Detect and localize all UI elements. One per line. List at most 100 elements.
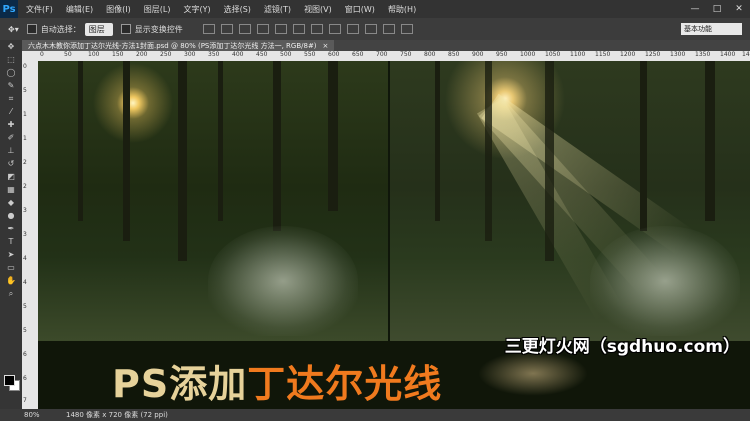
minimize-button[interactable]: —: [684, 0, 706, 18]
menu-image[interactable]: 图像(I): [106, 4, 131, 15]
distribute-right-icon[interactable]: [400, 24, 413, 34]
menu-select[interactable]: 选择(S): [224, 4, 251, 15]
auto-select-option[interactable]: 自动选择： 图层: [26, 22, 113, 36]
ruler-tick: 50: [64, 51, 72, 58]
zoom-icon[interactable]: ⌕: [0, 287, 22, 300]
ruler-tick: 950: [496, 51, 508, 58]
close-document-icon[interactable]: ×: [323, 42, 329, 50]
history-brush-icon[interactable]: ↺: [0, 157, 22, 170]
hand-icon[interactable]: ✋: [0, 274, 22, 287]
gradient-icon[interactable]: ▦: [0, 183, 22, 196]
distribute-top-icon[interactable]: [310, 24, 323, 34]
workspace-dropdown[interactable]: 基本功能: [681, 23, 742, 35]
align-top-icon[interactable]: [202, 24, 215, 34]
distribute-hcenter-icon[interactable]: [382, 24, 395, 34]
brush-icon[interactable]: ✐: [0, 131, 22, 144]
auto-select-dropdown[interactable]: 图层: [84, 22, 113, 36]
stream-water: [590, 226, 740, 336]
menu-filter[interactable]: 滤镜(T): [264, 4, 291, 15]
close-button[interactable]: ✕: [728, 0, 750, 18]
ruler-tick: 300: [184, 51, 196, 58]
shape-icon[interactable]: ▭: [0, 261, 22, 274]
ruler-tick: 1: [23, 135, 27, 142]
menu-layer[interactable]: 图层(L): [144, 4, 171, 15]
stream-water: [208, 226, 358, 336]
tree-trunk: [640, 61, 647, 231]
banner-title-part1: PS添加: [112, 362, 248, 406]
ruler-tick: 650: [352, 51, 364, 58]
ruler-tick: 1250: [645, 51, 661, 58]
align-vcenter-icon[interactable]: [220, 24, 233, 34]
eraser-icon[interactable]: ◩: [0, 170, 22, 183]
document-tab-bar: 六点木木教你添加丁达尔光线-方法1封面.psd @ 80% (PS添加丁达尔光线…: [22, 40, 750, 51]
show-transform-option[interactable]: 显示变换控件: [120, 24, 183, 35]
quick-select-icon[interactable]: ✎: [0, 79, 22, 92]
tree-trunk: [123, 61, 130, 241]
ruler-tick: 0: [23, 63, 27, 70]
light-glow-sample: [478, 351, 588, 396]
align-left-icon[interactable]: [256, 24, 269, 34]
photoshop-logo-icon: Ps: [0, 0, 18, 18]
document-tab[interactable]: 六点木木教你添加丁达尔光线-方法1封面.psd @ 80% (PS添加丁达尔光线…: [22, 40, 335, 51]
foreground-color-swatch[interactable]: [4, 375, 15, 386]
blur-icon[interactable]: ◆: [0, 196, 22, 209]
tree-trunk: [273, 61, 281, 231]
pen-icon[interactable]: ✒: [0, 222, 22, 235]
ruler-tick: 1450: [742, 51, 750, 58]
ruler-tick: 3: [23, 207, 27, 214]
ruler-tick: 7: [23, 397, 27, 404]
ruler-tick: 3: [23, 231, 27, 238]
align-right-icon[interactable]: [292, 24, 305, 34]
distribute-vcenter-icon[interactable]: [328, 24, 341, 34]
zoom-level[interactable]: 80%: [0, 411, 52, 419]
menu-window[interactable]: 窗口(W): [345, 4, 375, 15]
auto-select-label: 自动选择：: [40, 24, 81, 34]
marquee-icon[interactable]: ⬚: [0, 53, 22, 66]
distribute-left-icon[interactable]: [364, 24, 377, 34]
move-icon[interactable]: ✥: [0, 40, 22, 53]
dodge-icon[interactable]: ●: [0, 209, 22, 222]
align-hcenter-icon[interactable]: [274, 24, 287, 34]
tree-trunk: [178, 61, 187, 261]
ruler-tick: 150: [112, 51, 124, 58]
ruler-tick: 600: [328, 51, 340, 58]
auto-select-checkbox[interactable]: [26, 24, 37, 34]
ruler-tick: 2: [23, 159, 27, 166]
tree-trunk: [705, 61, 715, 221]
window-controls: — □ ✕: [684, 0, 750, 18]
site-watermark: 三更灯火网（sgdhuo.com）: [504, 337, 740, 357]
maximize-button[interactable]: □: [706, 0, 728, 18]
distribute-bottom-icon[interactable]: [346, 24, 359, 34]
ruler-tick: 850: [448, 51, 460, 58]
lasso-icon[interactable]: ◯: [0, 66, 22, 79]
path-select-icon[interactable]: ➤: [0, 248, 22, 261]
align-buttons: [202, 24, 419, 34]
menu-help[interactable]: 帮助(H): [388, 4, 416, 15]
healing-icon[interactable]: ✚: [0, 118, 22, 131]
ruler-tick: 1350: [695, 51, 711, 58]
ruler-tick: 5: [23, 303, 27, 310]
forest-photo-before: [38, 61, 388, 341]
type-icon[interactable]: T: [0, 235, 22, 248]
ruler-tick: 350: [208, 51, 220, 58]
status-bar: 80% 1480 像素 x 720 像素 (72 ppi): [0, 409, 750, 421]
align-bottom-icon[interactable]: [238, 24, 251, 34]
tree-trunk: [78, 61, 83, 221]
ruler-tick: 4: [23, 255, 27, 262]
ruler-tick: 250: [160, 51, 172, 58]
menu-type[interactable]: 文字(Y): [183, 4, 210, 15]
ruler-tick: 500: [280, 51, 292, 58]
menu-edit[interactable]: 编辑(E): [66, 4, 93, 15]
ruler-tick: 1050: [545, 51, 561, 58]
show-transform-checkbox[interactable]: [120, 24, 131, 34]
ruler-tick: 1300: [670, 51, 686, 58]
move-tool-preset[interactable]: ✥▾: [8, 25, 19, 34]
vertical-ruler: 0 5 1 1 2 2 3 3 4 4 5 5 6 6 7: [22, 51, 38, 409]
crop-icon[interactable]: ⌗: [0, 92, 22, 105]
menu-file[interactable]: 文件(F): [26, 4, 53, 15]
ruler-tick: 0: [40, 51, 44, 58]
menu-view[interactable]: 视图(V): [304, 4, 332, 15]
stamp-icon[interactable]: ⊥: [0, 144, 22, 157]
eyedropper-icon[interactable]: ⁄: [0, 105, 22, 118]
ruler-tick: 1150: [595, 51, 611, 58]
